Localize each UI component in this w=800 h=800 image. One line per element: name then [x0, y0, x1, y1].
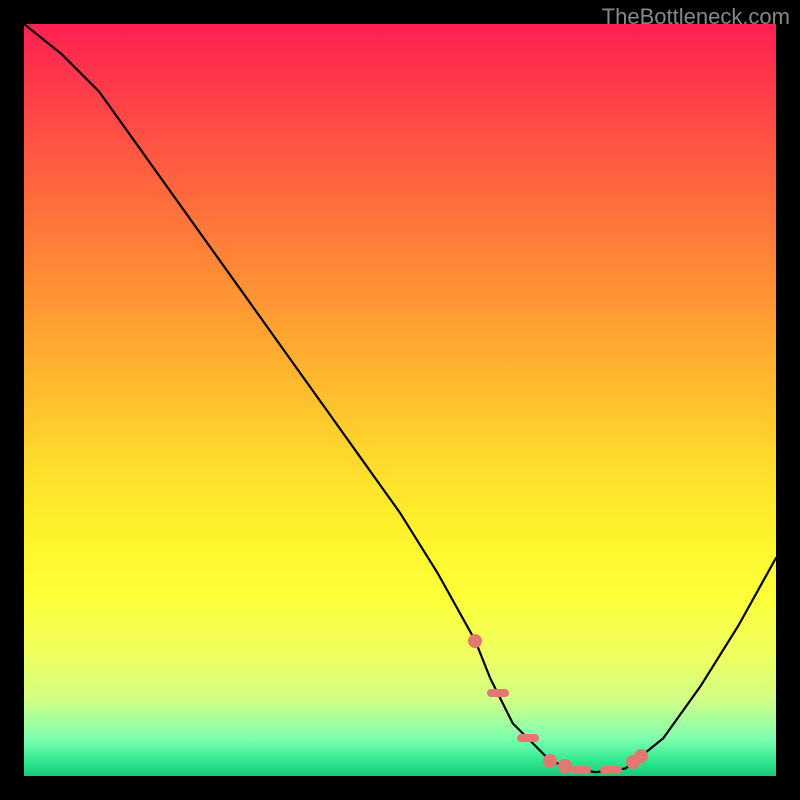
highlight-dash [487, 689, 509, 697]
chart-container: TheBottleneck.com [0, 0, 800, 800]
highlight-dash [569, 766, 591, 774]
highlight-dot [543, 754, 557, 768]
highlight-dots [24, 24, 776, 776]
plot-area [24, 24, 776, 776]
highlight-dot [468, 634, 482, 648]
highlight-dot [634, 749, 648, 763]
highlight-dash [517, 734, 539, 742]
highlight-dash [600, 766, 622, 774]
